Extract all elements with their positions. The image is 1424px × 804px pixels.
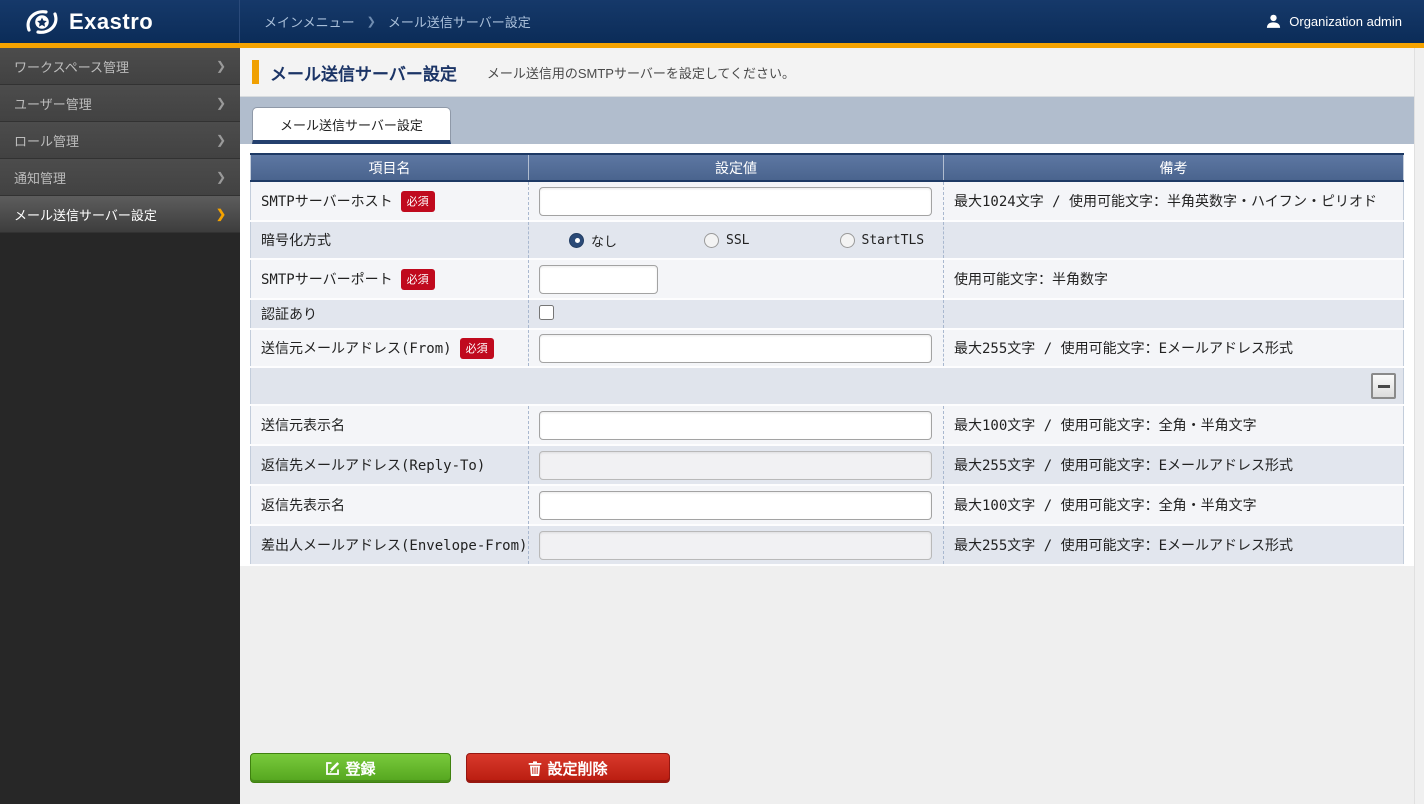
row-label: SMTPサーバーポート	[261, 272, 393, 288]
column-header-item-name: 項目名	[251, 154, 529, 181]
row-remark: 最大255文字 / 使用可能文字：Eメールアドレス形式	[954, 341, 1293, 357]
delete-button-label: 設定削除	[547, 758, 607, 779]
breadcrumb: メインメニュー ❯ メール送信サーバー設定	[240, 0, 1265, 43]
row-remark: 最大255文字 / 使用可能文字：Eメールアドレス形式	[954, 458, 1293, 474]
logo[interactable]: Exastro	[0, 0, 240, 43]
smtp-port-input[interactable]	[539, 265, 658, 294]
tab-bar: メール送信サーバー設定	[240, 97, 1414, 144]
table-row: SMTPサーバーホスト必須 最大1024文字 / 使用可能文字：半角英数字・ハイ…	[251, 181, 1404, 221]
page-title-bar: メール送信サーバー設定 メール送信用のSMTPサーバーを設定してください。	[240, 48, 1414, 97]
collapse-button[interactable]	[1371, 373, 1396, 399]
radio-ssl[interactable]: SSL	[704, 233, 749, 248]
row-label: 返信先メールアドレス(Reply-To)	[261, 458, 485, 474]
edit-icon	[325, 761, 340, 776]
row-label: SMTPサーバーホスト	[261, 194, 393, 210]
logo-text: Exastro	[69, 9, 153, 35]
collapse-row	[251, 367, 1404, 405]
table-row: 暗号化方式 なし SSL	[251, 221, 1404, 259]
smtp-host-input[interactable]	[539, 187, 932, 216]
chevron-right-icon: ❯	[216, 133, 226, 147]
sidebar-item-label: 通知管理	[14, 168, 66, 187]
page-description: メール送信用のSMTPサーバーを設定してください。	[487, 63, 795, 82]
row-label: 暗号化方式	[261, 233, 331, 249]
column-header-setting-value: 設定値	[529, 154, 944, 181]
user-label: Organization admin	[1289, 14, 1402, 29]
sidebar-item-mail-server-settings[interactable]: メール送信サーバー設定 ❯	[0, 196, 240, 233]
chevron-right-icon: ❯	[216, 96, 226, 110]
sidebar-item-user-management[interactable]: ユーザー管理 ❯	[0, 85, 240, 122]
table-row: 返信先メールアドレス(Reply-To) 最大255文字 / 使用可能文字：Eメ…	[251, 445, 1404, 485]
minus-icon	[1378, 385, 1390, 388]
sidebar: ワークスペース管理 ❯ ユーザー管理 ❯ ロール管理 ❯ 通知管理 ❯ メール送…	[0, 48, 240, 804]
register-button-label: 登録	[345, 758, 375, 779]
radio-selected-icon	[569, 233, 584, 248]
breadcrumb-chevron-icon: ❯	[367, 15, 376, 28]
breadcrumb-main-menu[interactable]: メインメニュー	[264, 12, 355, 31]
radio-starttls[interactable]: StartTLS	[840, 233, 925, 248]
chevron-right-icon: ❯	[216, 170, 226, 184]
radio-none[interactable]: なし	[569, 231, 617, 250]
table-row: 差出人メールアドレス(Envelope-From) 最大255文字 / 使用可能…	[251, 525, 1404, 565]
sidebar-item-label: ワークスペース管理	[14, 57, 129, 76]
row-remark: 最大1024文字 / 使用可能文字：半角英数字・ハイフン・ピリオド	[954, 194, 1377, 210]
table-row: 認証あり	[251, 299, 1404, 329]
register-button[interactable]: 登録	[250, 753, 451, 783]
reply-to-address-input	[539, 451, 932, 480]
scrollbar-track[interactable]	[1414, 48, 1424, 804]
sidebar-item-label: ユーザー管理	[14, 94, 92, 113]
tab-mail-server-settings[interactable]: メール送信サーバー設定	[252, 107, 451, 144]
sidebar-item-notification-management[interactable]: 通知管理 ❯	[0, 159, 240, 196]
row-remark: 最大100文字 / 使用可能文字：全角・半角文字	[954, 418, 1257, 434]
row-remark: 使用可能文字：半角数字	[954, 272, 1108, 288]
main-content: メール送信サーバー設定 メール送信用のSMTPサーバーを設定してください。 メー…	[240, 48, 1414, 804]
sidebar-item-workspace-management[interactable]: ワークスペース管理 ❯	[0, 48, 240, 85]
auth-checkbox[interactable]	[539, 305, 554, 320]
table-row: SMTPサーバーポート必須 使用可能文字：半角数字	[251, 259, 1404, 299]
row-label: 差出人メールアドレス(Envelope-From)	[261, 538, 527, 554]
sidebar-item-role-management[interactable]: ロール管理 ❯	[0, 122, 240, 159]
radio-unselected-icon	[704, 233, 719, 248]
encryption-radio-group: なし SSL StartTLS	[539, 231, 943, 250]
column-header-remarks: 備考	[944, 154, 1404, 181]
exastro-logo-icon	[24, 7, 60, 37]
chevron-right-icon: ❯	[216, 207, 226, 221]
table-header-row: 項目名 設定値 備考	[251, 154, 1404, 181]
from-address-input[interactable]	[539, 334, 932, 363]
breadcrumb-current: メール送信サーバー設定	[388, 12, 531, 31]
user-menu[interactable]: Organization admin	[1265, 0, 1424, 43]
reply-to-display-name-input[interactable]	[539, 491, 932, 520]
row-label: 送信元メールアドレス(From)	[261, 341, 452, 357]
required-badge: 必須	[460, 338, 494, 359]
settings-table-zone: 項目名 設定値 備考 SMTPサーバーホスト必須 最大1024文字 / 使用可能…	[240, 144, 1414, 566]
table-row: 返信先表示名 最大100文字 / 使用可能文字：全角・半角文字	[251, 485, 1404, 525]
title-accent-bar	[252, 60, 259, 84]
row-label: 送信元表示名	[261, 418, 345, 434]
table-row: 送信元メールアドレス(From) 必須 最大255文字 / 使用可能文字：Eメール…	[251, 329, 1404, 367]
user-icon	[1265, 13, 1282, 30]
radio-unselected-icon	[840, 233, 855, 248]
row-remark: 最大255文字 / 使用可能文字：Eメールアドレス形式	[954, 538, 1293, 554]
row-remark: 最大100文字 / 使用可能文字：全角・半角文字	[954, 498, 1257, 514]
action-buttons: 登録 設定削除	[240, 753, 1414, 783]
sidebar-item-label: メール送信サーバー設定	[14, 205, 157, 224]
required-badge: 必須	[401, 269, 435, 290]
from-display-name-input[interactable]	[539, 411, 932, 440]
delete-settings-button[interactable]: 設定削除	[466, 753, 670, 783]
page-title: メール送信サーバー設定	[270, 60, 457, 85]
chevron-right-icon: ❯	[216, 59, 226, 73]
required-badge: 必須	[401, 191, 435, 212]
row-label: 返信先表示名	[261, 498, 345, 514]
settings-table: 項目名 設定値 備考 SMTPサーバーホスト必須 最大1024文字 / 使用可能…	[250, 153, 1404, 566]
sidebar-item-label: ロール管理	[14, 131, 79, 150]
envelope-from-address-input	[539, 531, 932, 560]
row-label: 認証あり	[261, 307, 317, 323]
table-row: 送信元表示名 最大100文字 / 使用可能文字：全角・半角文字	[251, 405, 1404, 445]
trash-icon	[528, 761, 542, 776]
top-header: Exastro メインメニュー ❯ メール送信サーバー設定 Organizati…	[0, 0, 1424, 48]
